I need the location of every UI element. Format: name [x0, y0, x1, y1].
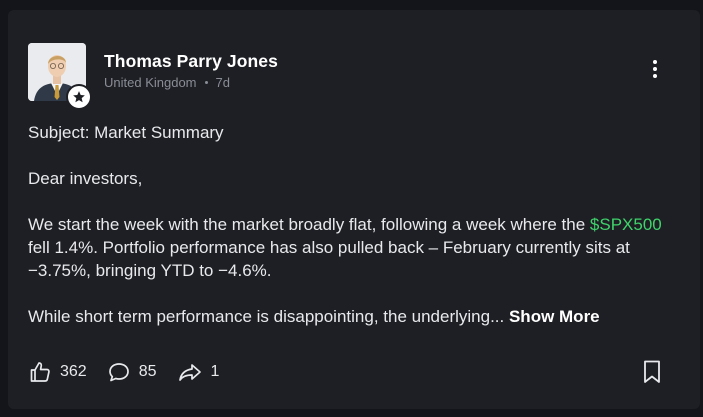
share-arrow-icon — [178, 364, 201, 381]
paragraph-1-rest: fell 1.4%. Portfolio performance has als… — [28, 238, 630, 280]
comment-bubble-icon — [108, 363, 129, 382]
star-icon — [73, 91, 85, 103]
comment-count: 85 — [138, 363, 157, 380]
author-location: United Kingdom — [104, 75, 197, 90]
post-body: Subject: Market Summary Dear investors, … — [28, 121, 668, 328]
thumbs-up-icon — [30, 362, 50, 382]
ticker-link[interactable]: $SPX500 — [590, 215, 662, 234]
author-name[interactable]: Thomas Parry Jones — [104, 51, 278, 72]
kebab-dot — [653, 67, 657, 71]
post-meta: United Kingdom 7d — [104, 75, 230, 90]
like-button[interactable]: 362 — [28, 360, 87, 384]
kebab-dot — [653, 60, 657, 64]
share-button[interactable]: 1 — [177, 360, 220, 384]
comment-button[interactable]: 85 — [107, 360, 157, 384]
meta-separator-dot — [204, 81, 208, 84]
more-options-button[interactable] — [644, 56, 666, 82]
show-more-link[interactable]: Show More — [509, 307, 600, 326]
post-greeting: Dear investors, — [28, 169, 143, 188]
paragraph-2-text: While short term performance is disappoi… — [28, 307, 505, 326]
bookmark-button[interactable] — [640, 359, 664, 385]
share-count: 1 — [210, 363, 220, 380]
author-avatar-wrapper[interactable] — [28, 43, 92, 110]
post-subject: Subject: Market Summary — [28, 123, 224, 142]
paragraph-1-intro: We start the week with the market broadl… — [28, 215, 586, 234]
post-paragraph-1: We start the week with the market broadl… — [28, 213, 668, 282]
verified-badge — [66, 84, 92, 110]
post-paragraph-2: While short term performance is disappoi… — [28, 305, 668, 328]
like-count: 362 — [60, 363, 87, 380]
kebab-dot — [653, 74, 657, 78]
post-age: 7d — [215, 75, 230, 90]
post-card: Thomas Parry Jones United Kingdom 7d Sub… — [8, 10, 700, 409]
post-actions: 362 85 1 — [28, 358, 239, 386]
bookmark-icon — [644, 360, 660, 383]
